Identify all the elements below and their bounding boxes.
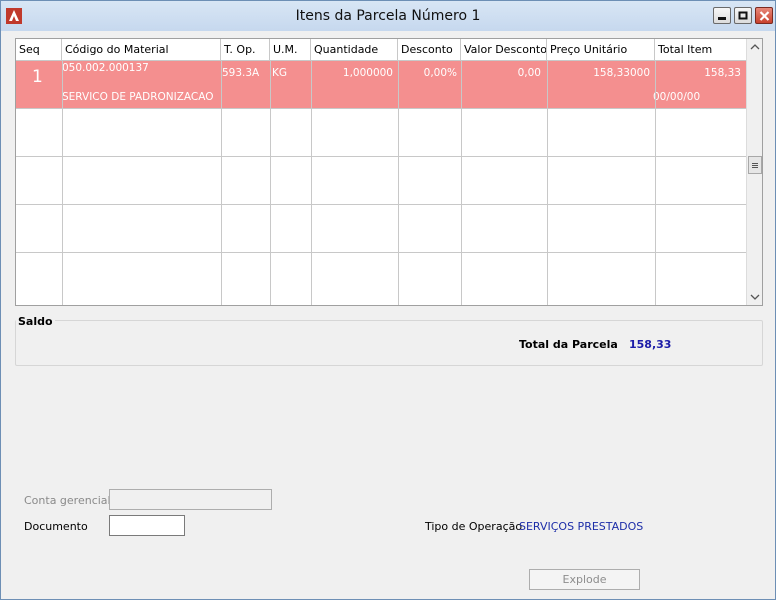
cell-desconto: 0,00% <box>423 67 457 79</box>
minimize-icon <box>718 17 726 20</box>
cell-t-op: 593.3A <box>222 67 260 79</box>
column-header-t-op[interactable]: T. Op. <box>221 39 270 61</box>
column-divider <box>221 61 222 305</box>
cell-seq: 1 <box>32 67 43 87</box>
table-row-empty[interactable] <box>16 157 746 205</box>
column-header-preco-unitario[interactable]: Preço Unitário <box>547 39 655 61</box>
column-header-quantidade[interactable]: Quantidade <box>311 39 398 61</box>
scrollbar-thumb[interactable] <box>748 156 762 174</box>
conta-gerencial-field[interactable] <box>109 489 272 510</box>
cell-total-item: 158,33 <box>704 67 741 79</box>
cell-codigo: 050.002.000137 <box>62 62 149 74</box>
tipo-operacao-label: Tipo de Operação <box>425 520 523 533</box>
items-grid[interactable]: Seq Código do Material T. Op. U.M. Quant… <box>15 38 763 306</box>
maximize-icon <box>738 11 748 20</box>
saldo-group-label: Saldo <box>16 315 55 328</box>
table-row-empty[interactable] <box>16 109 746 157</box>
cell-data: 00/00/00 <box>653 91 701 103</box>
cell-quantidade: 1,000000 <box>342 67 393 79</box>
minimize-button[interactable] <box>713 7 731 24</box>
column-header-codigo[interactable]: Código do Material <box>62 39 221 61</box>
total-parcela-label: Total da Parcela <box>519 338 618 351</box>
title-bar[interactable]: Itens da Parcela Número 1 <box>1 1 775 31</box>
close-button[interactable] <box>755 7 773 24</box>
column-divider <box>270 61 271 305</box>
column-header-seq[interactable]: Seq <box>16 39 62 61</box>
chevron-up-icon <box>750 44 760 50</box>
cell-preco-unitario: 158,33000 <box>593 67 650 79</box>
vertical-scrollbar[interactable] <box>746 39 762 305</box>
maximize-button[interactable] <box>734 7 752 24</box>
cell-um: KG <box>272 67 288 79</box>
column-header-um[interactable]: U.M. <box>270 39 311 61</box>
column-divider <box>398 61 399 305</box>
grid-body: Seq Código do Material T. Op. U.M. Quant… <box>16 39 746 305</box>
column-divider <box>311 61 312 305</box>
cell-valor-desconto: 0,00 <box>517 67 541 79</box>
column-divider <box>62 61 63 305</box>
column-divider <box>655 61 656 305</box>
total-parcela-value: 158,33 <box>629 338 672 351</box>
table-row[interactable]: 1 050.002.000137 SERVICO DE PADRONIZACAO… <box>16 61 746 109</box>
scroll-up-button[interactable] <box>747 39 762 55</box>
documento-field[interactable] <box>109 515 185 536</box>
explode-button[interactable]: Explode <box>529 569 640 590</box>
tipo-operacao-value: SERVIÇOS PRESTADOS <box>519 520 644 533</box>
cell-descricao: SERVICO DE PADRONIZACAO <box>62 91 214 103</box>
window-title: Itens da Parcela Número 1 <box>295 8 481 24</box>
column-header-total-item[interactable]: Total Item <box>655 39 746 61</box>
dialog-content: Seq Código do Material T. Op. U.M. Quant… <box>7 31 769 593</box>
documento-label: Documento <box>24 520 88 533</box>
conta-gerencial-label: Conta gerencial <box>24 494 111 507</box>
close-icon <box>759 11 770 21</box>
column-header-valor-desconto[interactable]: Valor Desconto <box>461 39 547 61</box>
table-row-empty[interactable] <box>16 253 746 301</box>
chevron-down-icon <box>750 294 760 300</box>
scroll-down-button[interactable] <box>747 289 762 305</box>
column-header-desconto[interactable]: Desconto <box>398 39 461 61</box>
table-row-empty[interactable] <box>16 205 746 253</box>
column-divider <box>461 61 462 305</box>
dialog-window: Itens da Parcela Número 1 Seq Código do … <box>0 0 776 600</box>
column-divider <box>547 61 548 305</box>
